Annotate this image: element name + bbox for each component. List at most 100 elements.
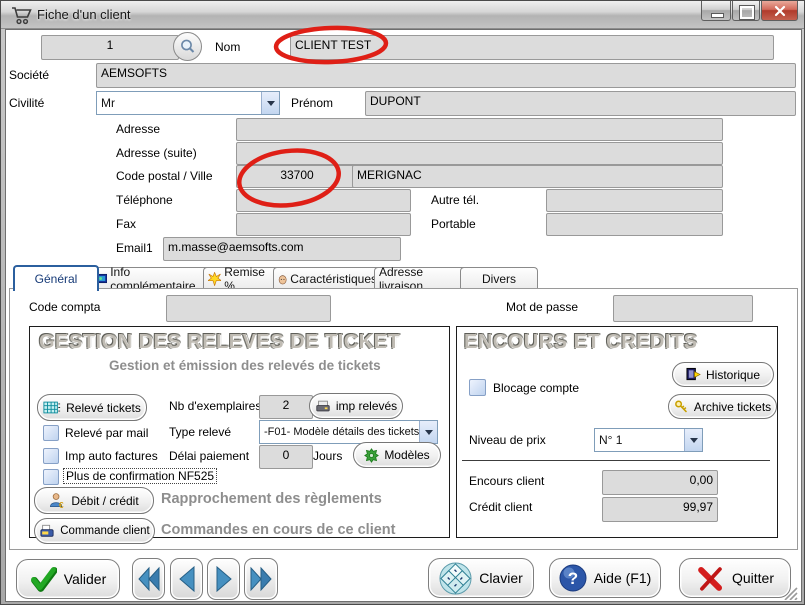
tab-remise[interactable]: Remise % <box>203 267 281 289</box>
adresse-suite-field[interactable] <box>236 142 723 165</box>
maximize-icon <box>740 6 754 19</box>
releve-par-mail-checkbox[interactable] <box>43 425 59 441</box>
niveau-de-prix-select[interactable]: N° 1 <box>594 428 703 452</box>
releves-subtitle: Gestion et émission des relevés de ticke… <box>109 358 381 373</box>
tab-caracteristiques[interactable]: Caractéristiques <box>273 267 382 289</box>
euro-glyph: € <box>59 500 64 509</box>
chevron-down-icon <box>267 101 275 106</box>
archive-tickets-label: Archive tickets <box>694 400 771 414</box>
minimize-button[interactable] <box>701 1 731 21</box>
encours-title: ENCOURS ET CREDITS <box>464 331 697 354</box>
mot-de-passe-label: Mot de passe <box>506 300 578 314</box>
gear-icon <box>364 448 379 463</box>
code-postal-field[interactable]: 33700 <box>236 165 358 188</box>
email1-label: Email1 <box>116 241 153 255</box>
delai-paiement-field[interactable]: 0 <box>259 445 313 469</box>
commandes-text: Commandes en cours de ce client <box>161 522 396 538</box>
nav-last-button[interactable] <box>244 558 278 600</box>
last-record-icon <box>249 565 273 593</box>
nf525-label: Plus de confirmation NF525 <box>63 468 217 484</box>
remise-star-icon <box>208 272 221 286</box>
portable-label: Portable <box>431 217 476 231</box>
imp-releves-button[interactable]: imp relevés <box>309 393 403 419</box>
credit-client-field: 99,97 <box>602 497 718 522</box>
code-compta-label: Code compta <box>29 300 100 314</box>
releve-tickets-button[interactable]: Relevé tickets <box>37 394 147 421</box>
next-record-icon <box>214 565 234 593</box>
blocage-compte-checkbox[interactable] <box>469 379 486 396</box>
chevron-down-icon <box>425 430 433 435</box>
debit-credit-label: Débit / crédit <box>71 494 138 508</box>
fax-field[interactable] <box>236 213 411 236</box>
prenom-field[interactable]: DUPONT <box>365 91 796 116</box>
face-icon <box>278 272 287 286</box>
encours-client-field: 0,00 <box>602 470 718 495</box>
code-compta-field[interactable] <box>166 295 331 322</box>
historique-button[interactable]: Historique <box>672 362 774 387</box>
societe-label: Société <box>9 68 49 82</box>
tab-general[interactable]: Général <box>13 265 99 291</box>
civilite-dropdown-button[interactable] <box>261 92 279 114</box>
history-icon <box>686 367 701 382</box>
type-releve-select[interactable]: -F01- Modèle détails des tickets <box>259 420 438 444</box>
nav-first-button[interactable] <box>132 558 165 600</box>
email1-field[interactable]: m.masse@aemsofts.com <box>163 237 401 261</box>
mot-de-passe-field[interactable] <box>613 295 753 322</box>
maximize-button[interactable] <box>732 1 760 21</box>
valider-label: Valider <box>64 571 107 587</box>
nf525-checkbox[interactable] <box>43 469 59 485</box>
modeles-button[interactable]: Modèles <box>353 442 441 468</box>
quitter-button[interactable]: Quitter <box>679 558 791 598</box>
type-releve-dropdown-button[interactable] <box>419 421 437 443</box>
client-number-field[interactable]: 1 <box>41 35 179 60</box>
releve-par-mail-label: Relevé par mail <box>65 426 148 440</box>
nom-field[interactable]: CLIENT TEST <box>290 35 774 60</box>
archive-tickets-button[interactable]: Archive tickets <box>668 394 777 419</box>
close-button[interactable] <box>761 1 798 21</box>
tab-divers[interactable]: Divers <box>460 267 538 289</box>
minimize-icon <box>711 13 724 18</box>
nav-previous-button[interactable] <box>170 558 203 600</box>
civilite-label: Civilité <box>9 96 44 110</box>
tab-info-complementaire[interactable]: Info complémentaire <box>89 267 211 289</box>
civilite-select[interactable]: Mr <box>96 91 280 115</box>
tab-general-label: Général <box>35 272 78 286</box>
civilite-value: Mr <box>97 96 261 110</box>
telephone-field[interactable] <box>236 189 411 212</box>
ville-field[interactable]: MERIGNAC <box>352 165 723 188</box>
niveau-de-prix-value: N° 1 <box>595 433 684 447</box>
commande-client-button[interactable]: Commande client <box>34 518 155 544</box>
niveau-dropdown-button[interactable] <box>684 429 702 451</box>
nav-next-button[interactable] <box>207 558 240 600</box>
type-releve-value: -F01- Modèle détails des tickets <box>260 426 419 438</box>
clavier-label: Clavier <box>479 570 523 586</box>
imp-auto-factures-checkbox[interactable] <box>43 448 59 464</box>
autre-tel-field[interactable] <box>546 189 723 212</box>
portable-field[interactable] <box>546 213 723 236</box>
societe-field[interactable]: AEMSOFTS <box>96 63 796 88</box>
valider-button[interactable]: Valider <box>16 559 120 599</box>
question-glyph: ? <box>568 569 578 588</box>
imp-releves-label: imp relevés <box>336 399 397 413</box>
adresse-field[interactable] <box>236 118 723 141</box>
prenom-label: Prénom <box>291 96 333 110</box>
previous-record-icon <box>177 565 197 593</box>
resize-grip[interactable] <box>781 586 799 600</box>
title-bar[interactable]: Fiche d'un client <box>1 1 805 29</box>
debit-credit-button[interactable]: € Débit / crédit <box>34 487 154 514</box>
nb-exemplaires-field[interactable]: 2 <box>259 395 313 419</box>
rapprochement-text: Rapprochement des règlements <box>161 491 382 507</box>
clavier-button[interactable]: Clavier <box>428 558 534 598</box>
nb-exemplaires-label: Nb d'exemplaires <box>169 399 261 413</box>
close-icon <box>774 5 786 17</box>
modeles-label: Modèles <box>384 448 429 462</box>
code-postal-label: Code postal / Ville <box>116 169 213 183</box>
encours-divider <box>462 460 770 461</box>
encours-client-label: Encours client <box>469 474 544 488</box>
search-client-button[interactable] <box>173 32 202 61</box>
tab-adresse-livraison[interactable]: Adresse livraison <box>374 267 468 289</box>
aide-button[interactable]: ? Aide (F1) <box>549 558 661 598</box>
releve-tickets-label: Relevé tickets <box>66 401 141 415</box>
historique-label: Historique <box>706 368 760 382</box>
window-title: Fiche d'un client <box>37 1 131 29</box>
